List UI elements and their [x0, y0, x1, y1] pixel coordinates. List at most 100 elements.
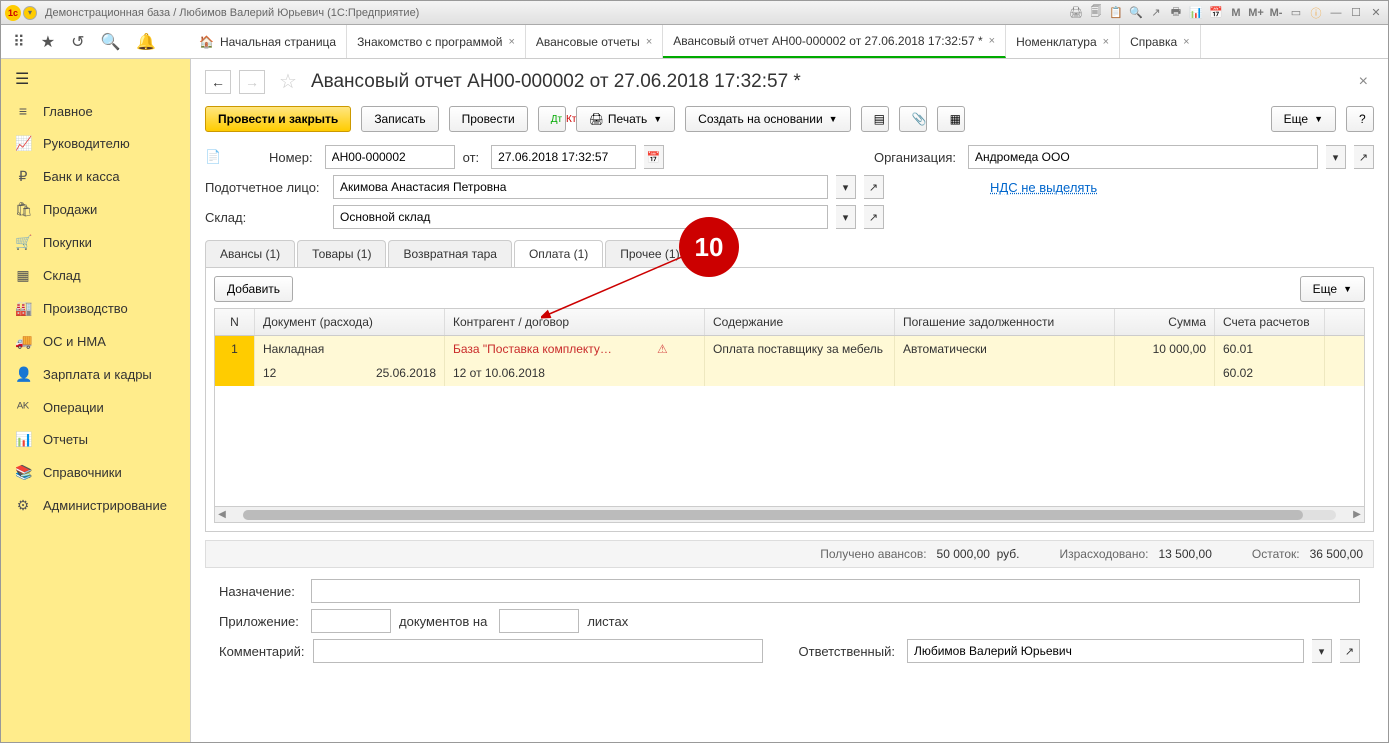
- sidebar-item-reports[interactable]: 📊Отчеты: [1, 423, 190, 456]
- history-icon[interactable]: ↺: [71, 32, 84, 52]
- maximize-icon[interactable]: ☐: [1348, 5, 1364, 21]
- docs-count-input[interactable]: [311, 609, 391, 633]
- open-icon[interactable]: ↗: [1354, 145, 1374, 169]
- table-more-button[interactable]: Еще▼: [1300, 276, 1365, 302]
- sidebar-item-salary[interactable]: 👤Зарплата и кадры: [1, 358, 190, 391]
- post-button[interactable]: Провести: [449, 106, 528, 132]
- back-button[interactable]: ←: [205, 70, 231, 94]
- org-input[interactable]: [968, 145, 1318, 169]
- doc-tab-goods[interactable]: Товары (1): [297, 240, 386, 267]
- calendar-icon[interactable]: 📅: [1208, 5, 1224, 21]
- window-icon[interactable]: ▭: [1288, 5, 1304, 21]
- open-icon[interactable]: ↗: [864, 175, 884, 199]
- tool-icon[interactable]: 🖶: [1168, 5, 1184, 21]
- print-button[interactable]: 🖨Печать▼: [576, 106, 675, 132]
- table-row[interactable]: 1 Накладная База "Поставка комплекту… Оп…: [215, 336, 1364, 362]
- help-button[interactable]: ?: [1346, 106, 1374, 132]
- col-debt[interactable]: Погашение задолженности: [895, 309, 1115, 335]
- sidebar-item-ref[interactable]: 📚Справочники: [1, 456, 190, 489]
- sidebar-item-manager[interactable]: 📈Руководителю: [1, 127, 190, 160]
- number-input[interactable]: [325, 145, 455, 169]
- tab-item[interactable]: Номенклатура×: [1006, 25, 1120, 58]
- sidebar-item-main[interactable]: ≡Главное: [1, 95, 190, 127]
- table-row[interactable]: 1225.06.2018 12 от 10.06.2018 60.02: [215, 362, 1364, 386]
- create-based-button[interactable]: Создать на основании▼: [685, 106, 850, 132]
- close-icon[interactable]: ×: [1353, 73, 1374, 91]
- search-icon[interactable]: 🔍: [100, 32, 120, 52]
- vat-link[interactable]: НДС не выделять: [990, 180, 1097, 195]
- sidebar-item-operations[interactable]: ᴬᴷОперации: [1, 391, 190, 423]
- dt-kt-button[interactable]: ДтКт: [538, 106, 566, 132]
- tab-home[interactable]: 🏠Начальная страница: [191, 25, 347, 58]
- person-input[interactable]: [333, 175, 828, 199]
- tab-item[interactable]: Авансовые отчеты×: [526, 25, 663, 58]
- list-button[interactable]: ▦: [937, 106, 965, 132]
- close-icon[interactable]: ×: [646, 36, 652, 48]
- tool-icon[interactable]: 🖨: [1068, 5, 1084, 21]
- sidebar-item-production[interactable]: 🏭Производство: [1, 292, 190, 325]
- col-content[interactable]: Содержание: [705, 309, 895, 335]
- m-minus-button[interactable]: M-: [1268, 5, 1284, 21]
- bell-icon[interactable]: 🔔: [136, 32, 156, 52]
- sidebar-item-admin[interactable]: ⚙Администрирование: [1, 489, 190, 522]
- horizontal-scrollbar[interactable]: ◀ ▶: [215, 506, 1364, 522]
- star-icon[interactable]: ★: [41, 32, 55, 52]
- doc-tab-payment[interactable]: Оплата (1): [514, 240, 603, 267]
- favorite-icon[interactable]: ☆: [279, 69, 297, 94]
- sidebar-item-bank[interactable]: ₽Банк и касса: [1, 160, 190, 193]
- sidebar-item-purchases[interactable]: 🛒Покупки: [1, 226, 190, 259]
- close-icon[interactable]: ×: [1183, 36, 1189, 48]
- sheets-input[interactable]: [499, 609, 579, 633]
- tool-icon[interactable]: 📋: [1108, 5, 1124, 21]
- doc-tab-tare[interactable]: Возвратная тара: [388, 240, 512, 267]
- open-icon[interactable]: ↗: [864, 205, 884, 229]
- col-sum[interactable]: Сумма: [1115, 309, 1215, 335]
- close-icon[interactable]: ×: [989, 35, 995, 47]
- m-plus-button[interactable]: M+: [1248, 5, 1264, 21]
- apps-icon[interactable]: ⠿: [13, 32, 25, 52]
- open-icon[interactable]: ↗: [1340, 639, 1360, 663]
- dropdown-icon[interactable]: ▾: [1326, 145, 1346, 169]
- tool-icon[interactable]: 📊: [1188, 5, 1204, 21]
- add-button[interactable]: Добавить: [214, 276, 293, 302]
- sidebar-item-warehouse[interactable]: ▦Склад: [1, 259, 190, 292]
- close-icon[interactable]: ×: [1103, 36, 1109, 48]
- attach-button[interactable]: 📎: [899, 106, 927, 132]
- related-button[interactable]: ▤: [861, 106, 889, 132]
- write-button[interactable]: Записать: [361, 106, 438, 132]
- info-icon[interactable]: ⓘ: [1308, 5, 1324, 21]
- tab-item-active[interactable]: Авансовый отчет АН00-000002 от 27.06.201…: [663, 25, 1006, 58]
- col-n[interactable]: N: [215, 309, 255, 335]
- scroll-right-icon[interactable]: ▶: [1350, 509, 1364, 520]
- sidebar-item-sales[interactable]: 🛍Продажи: [1, 193, 190, 226]
- close-icon[interactable]: ×: [508, 36, 514, 48]
- doc-tab-advances[interactable]: Авансы (1): [205, 240, 295, 267]
- warehouse-input[interactable]: [333, 205, 828, 229]
- comment-input[interactable]: [313, 639, 763, 663]
- tool-icon[interactable]: 🔍: [1128, 5, 1144, 21]
- calendar-icon[interactable]: 📅: [644, 145, 664, 169]
- minimize-icon[interactable]: —: [1328, 5, 1344, 21]
- responsible-input[interactable]: [907, 639, 1304, 663]
- col-doc[interactable]: Документ (расхода): [255, 309, 445, 335]
- tab-item[interactable]: Знакомство с программой×: [347, 25, 526, 58]
- post-close-button[interactable]: Провести и закрыть: [205, 106, 351, 132]
- date-input[interactable]: [491, 145, 636, 169]
- tab-item[interactable]: Справка×: [1120, 25, 1201, 58]
- col-contractor[interactable]: Контрагент / договор: [445, 309, 705, 335]
- dropdown-icon[interactable]: ▾: [836, 205, 856, 229]
- menu-icon[interactable]: ☰: [1, 59, 190, 95]
- tool-icon[interactable]: 🗐: [1088, 5, 1104, 21]
- col-account[interactable]: Счета расчетов: [1215, 309, 1325, 335]
- dropdown-icon[interactable]: ▾: [23, 6, 37, 20]
- sidebar-item-assets[interactable]: 🚚ОС и НМА: [1, 325, 190, 358]
- more-button[interactable]: Еще▼: [1271, 106, 1336, 132]
- m-button[interactable]: M: [1228, 5, 1244, 21]
- purpose-input[interactable]: [311, 579, 1360, 603]
- forward-button[interactable]: →: [239, 70, 265, 94]
- dropdown-icon[interactable]: ▾: [1312, 639, 1332, 663]
- tool-icon[interactable]: ↗: [1148, 5, 1164, 21]
- close-icon[interactable]: ✕: [1368, 5, 1384, 21]
- dropdown-icon[interactable]: ▾: [836, 175, 856, 199]
- scroll-left-icon[interactable]: ◀: [215, 509, 229, 520]
